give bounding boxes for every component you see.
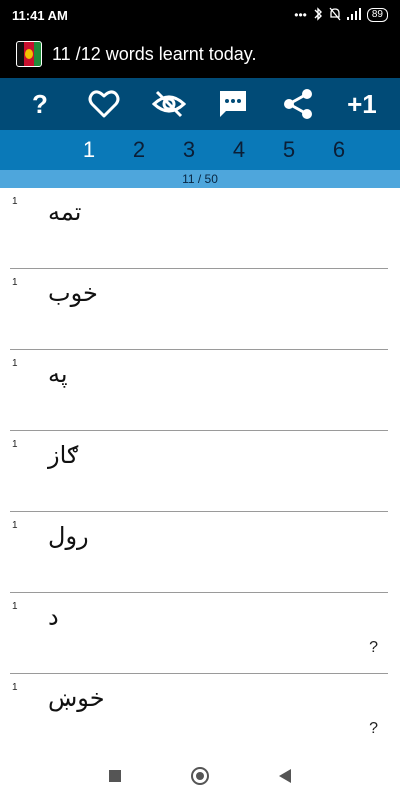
item-count: 1 (12, 358, 18, 369)
item-word: په (48, 360, 68, 388)
list-item[interactable]: 1 خوب (10, 269, 388, 350)
status-icons: ••• 89 (294, 6, 388, 24)
share-button[interactable] (278, 84, 318, 124)
plus-one-icon: +1 (347, 88, 377, 119)
item-count: 1 (12, 601, 18, 612)
item-word: تمه (48, 198, 82, 226)
list-item[interactable]: 1 د ? (10, 593, 388, 674)
toolbar: ? +1 (0, 78, 400, 130)
app-bar: 11 /12 words learnt today. (0, 30, 400, 78)
item-question-mark[interactable]: ? (369, 639, 378, 657)
plus-one-button[interactable]: +1 (342, 84, 382, 124)
hide-translation-button[interactable] (149, 84, 189, 124)
app-title: 11 /12 words learnt today. (52, 43, 257, 64)
progress-bar: 11 / 50 (0, 170, 400, 188)
list-item[interactable]: 1 په (10, 350, 388, 431)
system-nav-bar (0, 752, 400, 800)
item-word: د (48, 603, 59, 631)
progress-text: 11 / 50 (182, 172, 218, 186)
item-word: خوښ (48, 684, 105, 712)
item-count: 1 (12, 520, 18, 531)
item-question-mark[interactable]: ? (369, 720, 378, 738)
item-count: 1 (12, 682, 18, 693)
item-word: خوب (48, 279, 98, 307)
list-item[interactable]: 1 تمه (10, 188, 388, 269)
heart-icon (88, 90, 120, 118)
tab-3[interactable]: 3 (164, 137, 214, 163)
signal-icon (346, 7, 361, 23)
comment-button[interactable] (213, 84, 253, 124)
dots-icon: ••• (294, 8, 307, 22)
list-item[interactable]: 1 رول (10, 512, 388, 593)
tab-4[interactable]: 4 (214, 137, 264, 163)
tab-2[interactable]: 2 (114, 137, 164, 163)
status-time: 11:41 AM (12, 7, 68, 23)
item-count: 1 (12, 277, 18, 288)
home-icon[interactable] (191, 767, 209, 785)
help-button[interactable]: ? (20, 84, 60, 124)
alarm-off-icon (329, 7, 341, 24)
message-icon (220, 91, 247, 117)
question-icon: ? (32, 88, 48, 119)
item-word: ګاز (48, 441, 79, 469)
bluetooth-icon (313, 6, 323, 24)
battery-icon: 89 (366, 8, 388, 22)
eye-off-icon (151, 90, 186, 118)
tab-5[interactable]: 5 (264, 137, 314, 163)
item-count: 1 (12, 196, 18, 207)
item-count: 1 (12, 439, 18, 450)
tab-6[interactable]: 6 (314, 137, 364, 163)
tab-1[interactable]: 1 (64, 137, 114, 163)
back-icon[interactable] (279, 769, 291, 783)
word-list: 1 تمه 1 خوب 1 په 1 ګاز 1 رول 1 د ? 1 خوښ… (0, 188, 400, 755)
list-item[interactable]: 1 ګاز (10, 431, 388, 512)
favorite-button[interactable] (84, 84, 124, 124)
recents-icon[interactable] (109, 770, 121, 782)
item-word: رول (48, 522, 89, 550)
app-logo-icon (16, 41, 42, 67)
battery-level: 89 (371, 9, 383, 20)
level-tabs: 1 2 3 4 5 6 (0, 130, 400, 170)
share-icon (283, 89, 312, 119)
list-item[interactable]: 1 خوښ ? (10, 674, 388, 755)
status-bar: 11:41 AM ••• 89 (0, 0, 400, 30)
